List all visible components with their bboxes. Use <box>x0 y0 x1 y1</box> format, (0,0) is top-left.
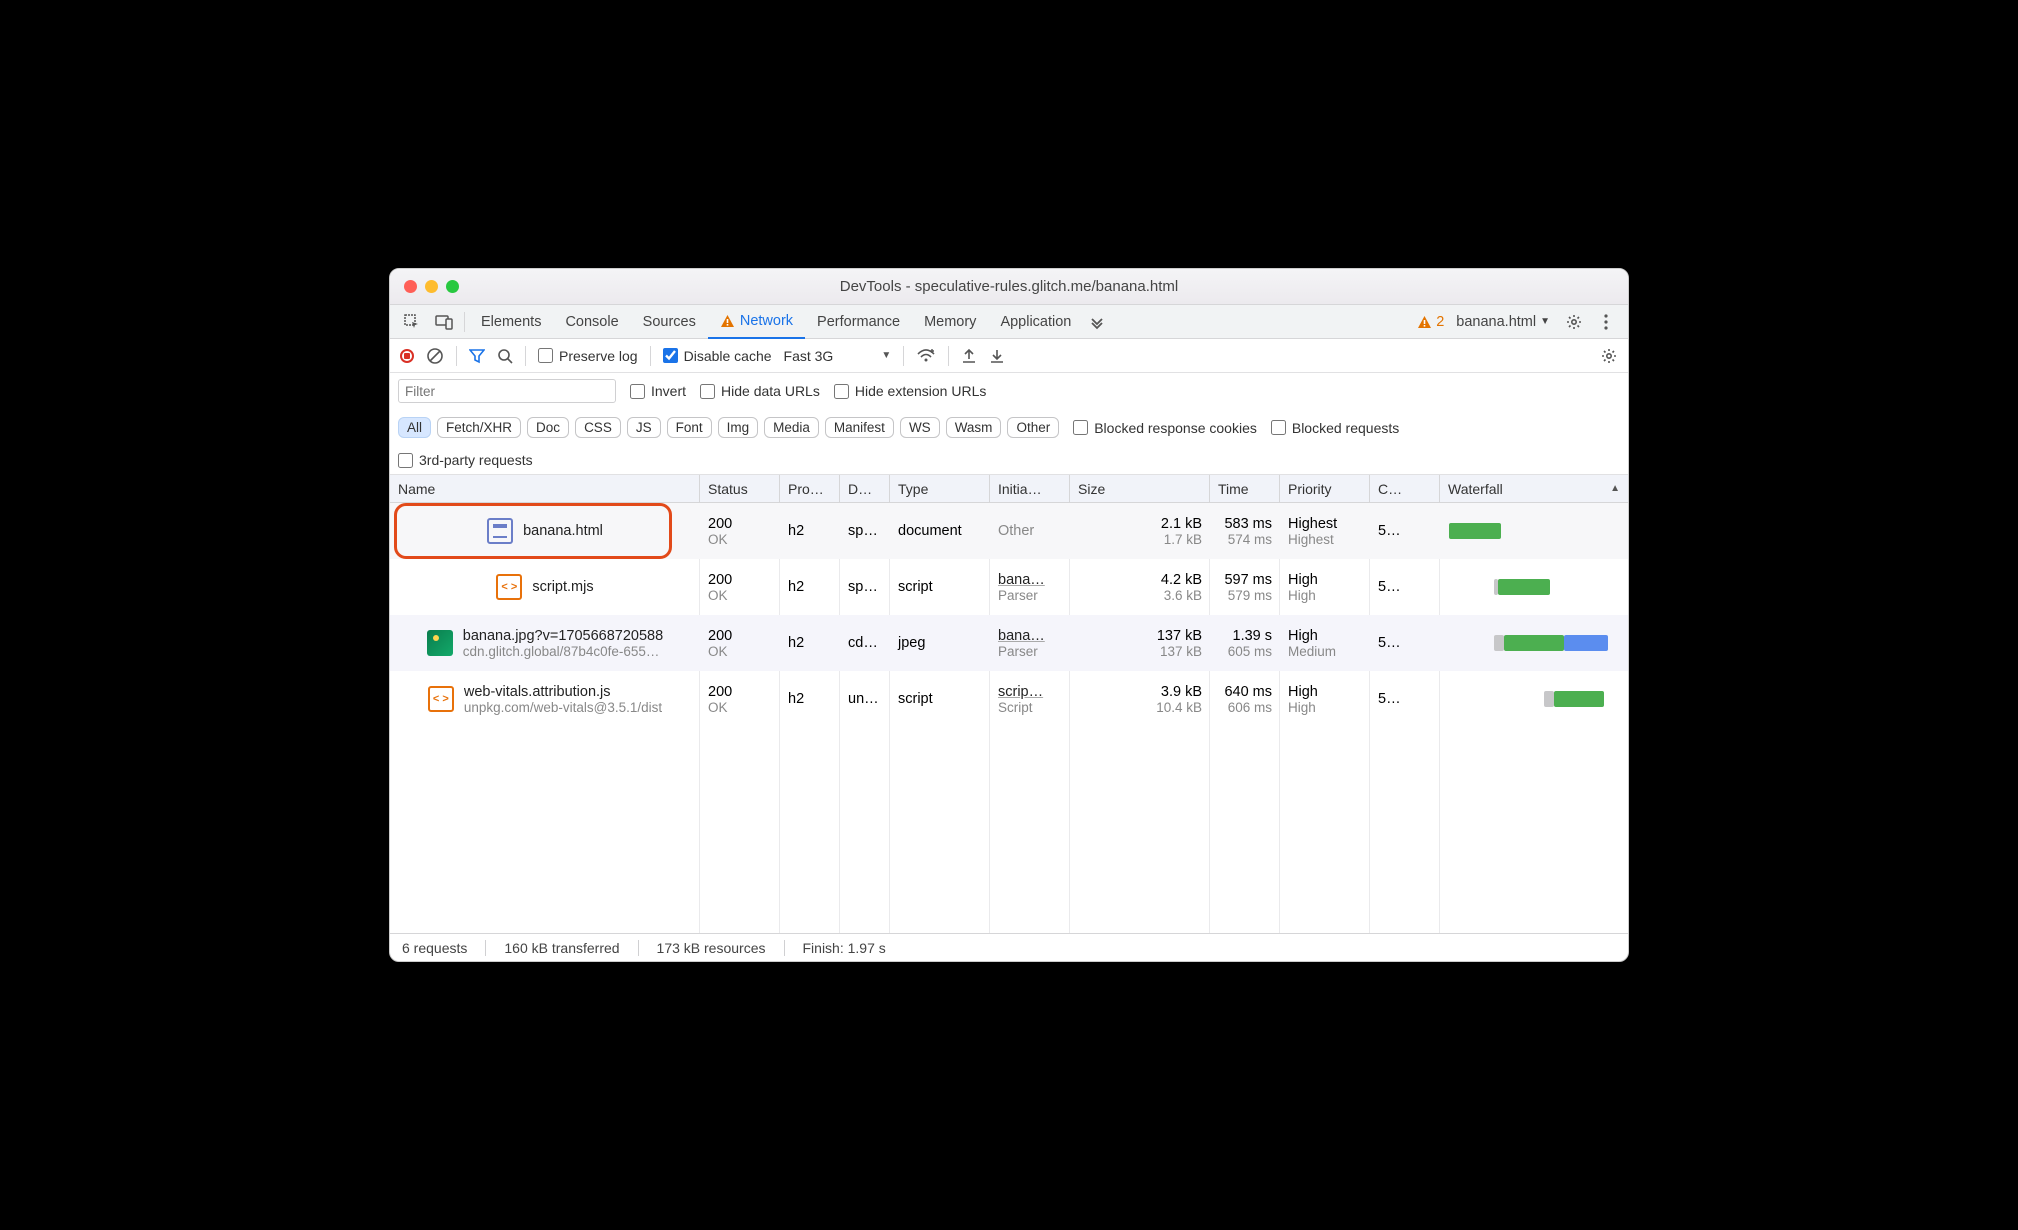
record-button[interactable] <box>400 349 414 363</box>
disable-cache-checkbox[interactable]: Disable cache <box>663 348 772 364</box>
col-domain[interactable]: D… <box>840 475 890 502</box>
hide-ext-checkbox[interactable]: Hide extension URLs <box>834 383 987 399</box>
filter-pill-fetchxhr[interactable]: Fetch/XHR <box>437 417 521 438</box>
blocked-requests-checkbox[interactable]: Blocked requests <box>1271 420 1399 436</box>
separator <box>903 346 904 366</box>
col-time[interactable]: Time <box>1210 475 1280 502</box>
status-bar: 6 requests 160 kB transferred 173 kB res… <box>390 933 1628 961</box>
download-icon[interactable] <box>989 348 1005 364</box>
gear-icon[interactable] <box>1564 312 1584 332</box>
table-row[interactable]: banana.html200OKh2sp…documentOther2.1 kB… <box>390 503 1628 559</box>
warn-count: 2 <box>1436 314 1444 330</box>
col-priority[interactable]: Priority <box>1280 475 1370 502</box>
column-headers: Name Status Pro… D… Type Initia… Size Ti… <box>390 475 1628 503</box>
document-icon <box>487 518 513 544</box>
filter-pill-other[interactable]: Other <box>1007 417 1059 438</box>
warnings-badge[interactable]: 2 <box>1417 314 1444 330</box>
upload-icon[interactable] <box>961 348 977 364</box>
col-type[interactable]: Type <box>890 475 990 502</box>
col-conn[interactable]: C… <box>1370 475 1440 502</box>
filter-pill-css[interactable]: CSS <box>575 417 621 438</box>
separator <box>456 346 457 366</box>
filter-pill-doc[interactable]: Doc <box>527 417 569 438</box>
filter-pill-js[interactable]: JS <box>627 417 661 438</box>
device-icon[interactable] <box>434 312 454 332</box>
wifi-icon[interactable] <box>916 348 936 364</box>
tab-network[interactable]: Network <box>708 305 805 339</box>
filter-icon[interactable] <box>469 348 485 364</box>
settings-icon[interactable] <box>1600 347 1618 365</box>
tab-console[interactable]: Console <box>553 305 630 339</box>
status-transferred: 160 kB transferred <box>504 940 619 956</box>
col-name[interactable]: Name <box>390 475 700 502</box>
close-icon[interactable] <box>404 280 417 293</box>
col-waterfall[interactable]: Waterfall▲ <box>1440 475 1628 502</box>
filter-input[interactable] <box>398 379 616 403</box>
preserve-log-checkbox[interactable]: Preserve log <box>538 348 638 364</box>
minimize-icon[interactable] <box>425 280 438 293</box>
clear-button[interactable] <box>426 347 444 365</box>
status-finish: Finish: 1.97 s <box>803 940 886 956</box>
col-size[interactable]: Size <box>1070 475 1210 502</box>
col-status[interactable]: Status <box>700 475 780 502</box>
throttling-select[interactable]: Fast 3G ▼ <box>784 348 892 364</box>
network-toolbar: Preserve log Disable cache Fast 3G ▼ <box>390 339 1628 373</box>
tab-performance[interactable]: Performance <box>805 305 912 339</box>
titlebar: DevTools - speculative-rules.glitch.me/b… <box>390 269 1628 305</box>
tab-application[interactable]: Application <box>988 305 1083 339</box>
script-icon: < > <box>496 574 522 600</box>
window-controls <box>404 280 459 293</box>
request-table: banana.html200OKh2sp…documentOther2.1 kB… <box>390 503 1628 933</box>
status-requests: 6 requests <box>402 940 467 956</box>
zoom-icon[interactable] <box>446 280 459 293</box>
filter-pill-img[interactable]: Img <box>718 417 759 438</box>
hide-data-checkbox[interactable]: Hide data URLs <box>700 383 820 399</box>
table-row[interactable]: < >web-vitals.attribution.jsunpkg.com/we… <box>390 671 1628 727</box>
separator <box>650 346 651 366</box>
invert-checkbox[interactable]: Invert <box>630 383 686 399</box>
filter-pill-manifest[interactable]: Manifest <box>825 417 894 438</box>
filter-pill-wasm[interactable]: Wasm <box>946 417 1002 438</box>
col-initiator[interactable]: Initia… <box>990 475 1070 502</box>
tab-elements[interactable]: Elements <box>469 305 553 339</box>
blocked-cookies-checkbox[interactable]: Blocked response cookies <box>1073 420 1257 436</box>
script-icon: < > <box>428 686 454 712</box>
main-tabs: ElementsConsoleSourcesNetworkPerformance… <box>390 305 1628 339</box>
separator <box>948 346 949 366</box>
filter-bar: Invert Hide data URLs Hide extension URL… <box>390 373 1628 475</box>
filter-pill-all[interactable]: All <box>398 417 431 438</box>
tab-memory[interactable]: Memory <box>912 305 988 339</box>
separator <box>464 312 465 332</box>
inspect-icon[interactable] <box>402 312 422 332</box>
filter-pill-font[interactable]: Font <box>667 417 712 438</box>
image-icon <box>427 630 453 656</box>
table-row[interactable]: banana.jpg?v=1705668720588cdn.glitch.glo… <box>390 615 1628 671</box>
separator <box>525 346 526 366</box>
window-title: DevTools - speculative-rules.glitch.me/b… <box>402 278 1616 295</box>
table-row[interactable]: < >script.mjs200OKh2sp…scriptbana…Parser… <box>390 559 1628 615</box>
col-protocol[interactable]: Pro… <box>780 475 840 502</box>
more-tabs-icon[interactable] <box>1087 312 1107 332</box>
search-icon[interactable] <box>497 348 513 364</box>
kebab-icon[interactable] <box>1596 312 1616 332</box>
devtools-window: DevTools - speculative-rules.glitch.me/b… <box>389 268 1629 962</box>
tab-sources[interactable]: Sources <box>631 305 708 339</box>
status-resources: 173 kB resources <box>657 940 766 956</box>
filter-pill-media[interactable]: Media <box>764 417 819 438</box>
thirdparty-checkbox[interactable]: 3rd-party requests <box>398 452 533 468</box>
filter-pill-ws[interactable]: WS <box>900 417 940 438</box>
target-selector[interactable]: banana.html ▼ <box>1456 314 1550 330</box>
